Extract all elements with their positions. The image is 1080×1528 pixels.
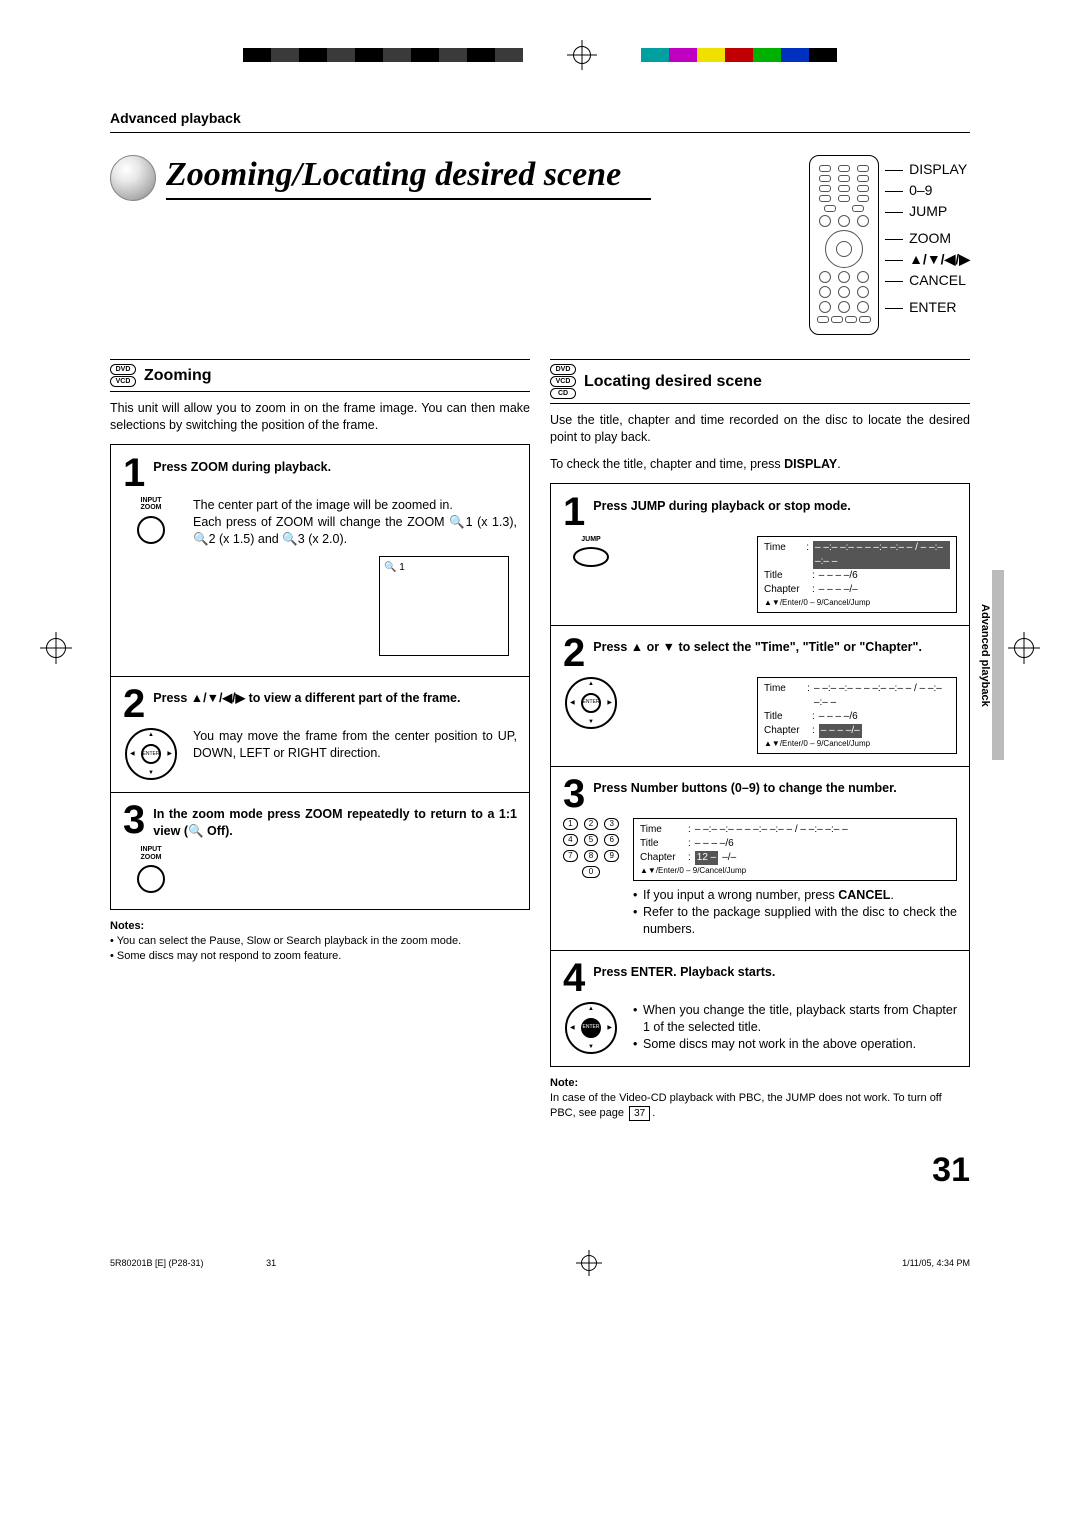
zoom-note-2: Some discs may not respond to zoom featu…	[110, 949, 530, 964]
remote-callouts: DISPLAY 0–9 JUMP ZOOM ▲/▼/◀/▶ CANCEL ENT…	[885, 159, 970, 318]
locate-step3-bullet1: If you input a wrong number, press CANCE…	[633, 887, 957, 904]
footer-right: 1/11/05, 4:34 PM	[902, 1258, 970, 1268]
label-digits: 0–9	[885, 180, 970, 201]
locate-notes: Note: In case of the Video-CD playback w…	[550, 1076, 970, 1121]
zoom-step-2: 2 Press ▲/▼/◀/▶ to view a different part…	[110, 676, 530, 793]
label-enter: ENTER	[885, 297, 970, 318]
disc-badges-zoom: DVDVCD	[110, 364, 136, 387]
step-number-1: 1	[123, 455, 145, 491]
locate-step1-title: Press JUMP during playback or stop mode.	[593, 494, 957, 515]
label-arrows: ▲/▼/◀/▶	[885, 249, 970, 270]
zoom-notes: Notes: You can select the Pause, Slow or…	[110, 919, 530, 964]
dpad-icon-3: ENTER▲▼◀▶	[563, 1002, 619, 1054]
locating-title: Locating desired scene	[584, 371, 762, 393]
zoom-step1-title: Press ZOOM during playback.	[153, 455, 517, 476]
locating-intro2: To check the title, chapter and time, pr…	[550, 456, 970, 473]
dpad-icon-2: ENTER▲▼◀▶	[563, 677, 619, 729]
osd-panel-3: Time:– –:– –:– – – –:– –:– – / – –:– –:–…	[633, 818, 957, 881]
locating-intro1: Use the title, chapter and time recorded…	[550, 412, 970, 446]
step-number-3b: 3	[563, 776, 585, 812]
footer: 5R80201B [E] (P28-31) 31 1/11/05, 4:34 P…	[110, 1250, 970, 1276]
step-number-3: 3	[123, 802, 145, 838]
zooming-title: Zooming	[144, 365, 212, 387]
label-zoom: ZOOM	[885, 228, 970, 249]
locate-step-4: 4 Press ENTER. Playback starts. ENTER▲▼◀…	[550, 950, 970, 1067]
zoom-step-3: 3 In the zoom mode press ZOOM repeatedly…	[110, 792, 530, 910]
zoom-step1-body1: The center part of the image will be zoo…	[193, 497, 517, 514]
zoom-step2-body: You may move the frame from the center p…	[193, 728, 517, 762]
jump-button-icon: JUMP	[563, 536, 619, 572]
locate-step2-title: Press ▲ or ▼ to select the "Time", "Titl…	[593, 635, 957, 656]
section-header: Advanced playback	[110, 110, 970, 133]
locate-step4-bullet1: When you change the title, playback star…	[633, 1002, 957, 1036]
zoom-osd-box: 🔍 1	[379, 556, 509, 656]
osd-panel-2: Time:– –:– –:– – – –:– –:– – / – –:– –:–…	[757, 677, 957, 754]
zoom-step3-title: In the zoom mode press ZOOM repeatedly t…	[153, 802, 517, 840]
zoom-step1-body2: Each press of ZOOM will change the ZOOM …	[193, 514, 517, 548]
locate-step-2: 2 Press ▲ or ▼ to select the "Time", "Ti…	[550, 625, 970, 767]
locate-step3-bullet2: Refer to the package supplied with the d…	[633, 904, 957, 938]
locate-step4-bullet2: Some discs may not work in the above ope…	[633, 1036, 957, 1053]
label-display: DISPLAY	[885, 159, 970, 180]
remote-illustration	[809, 155, 879, 335]
reg-crosshair-top	[567, 40, 597, 70]
footer-left: 5R80201B [E] (P28-31) 31	[110, 1258, 276, 1268]
dpad-icon: ENTER▲▼◀▶	[123, 728, 179, 780]
numpad-icon: 123 456 789 0	[563, 818, 619, 882]
reg-crosshair-right	[1008, 632, 1040, 664]
reg-black-swatches	[243, 48, 523, 62]
side-gray-tab	[992, 570, 1004, 760]
step-number-1b: 1	[563, 494, 585, 530]
step-number-2b: 2	[563, 635, 585, 671]
zoom-note-1: You can select the Pause, Slow or Search…	[110, 934, 530, 949]
zooming-intro: This unit will allow you to zoom in on t…	[110, 400, 530, 434]
zoom-button-icon: INPUT ZOOM	[123, 497, 179, 548]
side-section-tab: Advanced playback	[978, 600, 992, 711]
locate-step4-title: Press ENTER. Playback starts.	[593, 960, 957, 981]
zoom-step2-title: Press ▲/▼/◀/▶ to view a different part o…	[153, 686, 517, 707]
label-cancel: CANCEL	[885, 270, 970, 291]
locate-step-1: 1 Press JUMP during playback or stop mod…	[550, 483, 970, 626]
hero-sphere-icon	[110, 155, 156, 201]
locate-step-3: 3 Press Number buttons (0–9) to change t…	[550, 766, 970, 951]
step-number-2: 2	[123, 686, 145, 722]
page-number: 31	[110, 1151, 970, 1190]
osd-panel-1: Time:– –:– –:– – – –:– –:– – / – –:– –:–…	[757, 536, 957, 613]
label-jump: JUMP	[885, 201, 970, 222]
reg-crosshair-bottom	[576, 1250, 602, 1276]
step-number-4: 4	[563, 960, 585, 996]
locate-step3-title: Press Number buttons (0–9) to change the…	[593, 776, 957, 797]
reg-crosshair-left	[40, 632, 72, 664]
hero-title: Zooming/Locating desired scene	[166, 156, 651, 200]
disc-badges-locate: DVDVCDCD	[550, 364, 576, 399]
zoom-button-icon-2: INPUT ZOOM	[123, 846, 179, 897]
registration-marks-top	[110, 40, 970, 70]
reg-color-swatches	[641, 48, 837, 62]
zoom-step-1: 1 Press ZOOM during playback. INPUT ZOOM…	[110, 444, 530, 677]
